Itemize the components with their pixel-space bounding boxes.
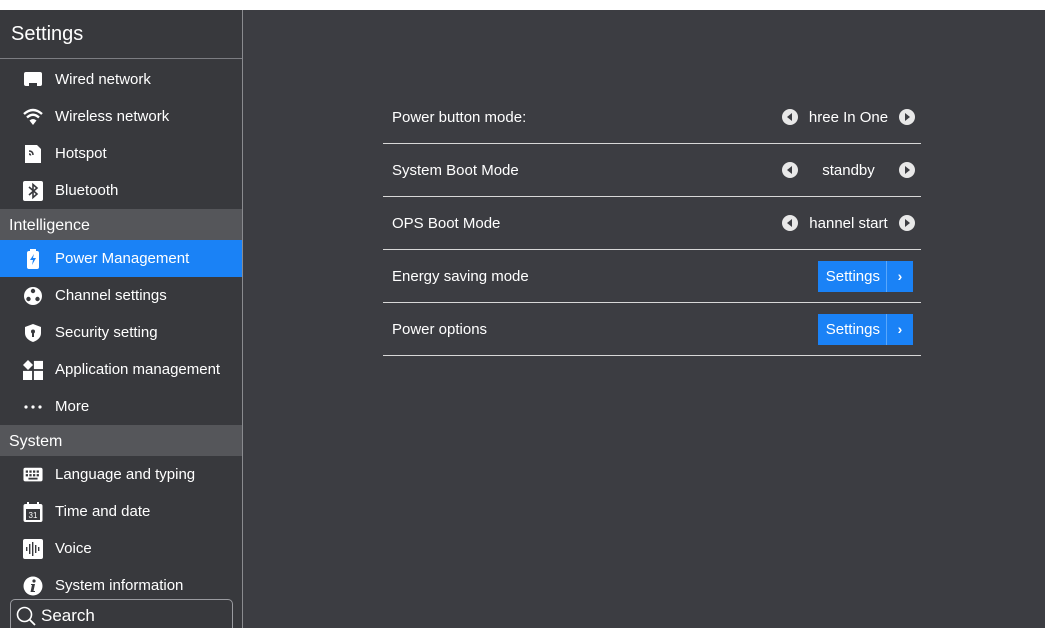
sidebar-item-application-management[interactable]: Application management — [0, 351, 242, 388]
sidebar: Settings Wired network Wireless network … — [0, 10, 243, 628]
row-label: Power button mode: — [392, 108, 527, 126]
arrow-left-icon[interactable] — [782, 162, 798, 178]
channel-icon — [23, 286, 43, 306]
monitor-icon — [23, 70, 43, 90]
row-power-options: Power options Settings › — [383, 303, 921, 356]
sidebar-item-more[interactable]: More — [0, 388, 242, 425]
system-boot-mode-selector: standby — [782, 162, 915, 179]
sidebar-item-bluetooth[interactable]: Bluetooth — [0, 172, 242, 209]
info-icon — [23, 576, 43, 596]
sidebar-item-label: More — [55, 398, 90, 415]
sidebar-item-wired-network[interactable]: Wired network — [0, 61, 242, 98]
sidebar-item-label: Wireless network — [55, 108, 170, 125]
row-power-button-mode: Power button mode: hree In One — [383, 91, 921, 144]
row-system-boot-mode: System Boot Mode standby — [383, 144, 921, 197]
arrow-right-icon[interactable] — [899, 215, 915, 231]
sidebar-item-label: Wired network — [55, 71, 151, 88]
settings-button-label: Settings — [818, 260, 887, 292]
sidebar-item-wireless-network[interactable]: Wireless network — [0, 98, 242, 135]
more-icon — [23, 397, 43, 417]
sidebar-item-language-and-typing[interactable]: Language and typing — [0, 456, 242, 493]
keyboard-icon — [23, 465, 43, 485]
wifi-icon — [23, 107, 43, 127]
battery-icon — [23, 248, 43, 269]
sidebar-item-label: Channel settings — [55, 287, 167, 304]
shield-icon — [23, 323, 43, 343]
row-label: Power options — [392, 320, 488, 338]
row-label: OPS Boot Mode — [392, 214, 501, 232]
row-label: Energy saving mode — [392, 267, 529, 285]
sidebar-item-label: Time and date — [55, 503, 151, 520]
search-icon — [15, 605, 37, 627]
power-management-panel: Power button mode: hree In One System Bo… — [244, 10, 1045, 628]
arrow-left-icon[interactable] — [782, 109, 798, 125]
sidebar-item-power-management[interactable]: Power Management — [0, 240, 242, 277]
voice-icon — [23, 538, 43, 559]
energy-saving-settings-button[interactable]: Settings › — [817, 260, 913, 292]
arrow-right-icon[interactable] — [899, 109, 915, 125]
sidebar-item-label: System information — [55, 577, 184, 594]
arrow-right-icon[interactable] — [899, 162, 915, 178]
arrow-left-icon[interactable] — [782, 215, 798, 231]
sidebar-item-time-and-date[interactable]: 31 Time and date — [0, 493, 242, 530]
calendar-icon: 31 — [23, 501, 43, 522]
settings-button-label: Settings — [818, 313, 887, 345]
chevron-right-icon: › — [897, 321, 903, 337]
settings-window: Settings Wired network Wireless network … — [0, 10, 1045, 628]
ops-boot-mode-value: hannel start — [809, 214, 888, 232]
system-boot-mode-value: standby — [822, 161, 875, 179]
row-label: System Boot Mode — [392, 161, 519, 179]
hotspot-icon — [23, 144, 43, 164]
sidebar-item-label: Voice — [55, 540, 92, 557]
power-button-mode-value: hree In One — [808, 108, 889, 126]
section-header-intelligence: Intelligence — [0, 209, 242, 240]
sidebar-item-label: Application management — [55, 361, 221, 378]
chevron-right-icon: › — [897, 268, 903, 284]
search-box[interactable]: Search — [10, 599, 233, 628]
sidebar-item-label: Power Management — [55, 250, 190, 267]
sidebar-title: Settings — [0, 10, 242, 59]
search-label: Search — [41, 606, 95, 625]
sidebar-item-channel-settings[interactable]: Channel settings — [0, 277, 242, 314]
ops-boot-mode-selector: hannel start — [782, 215, 915, 232]
sidebar-item-label: Language and typing — [55, 466, 196, 483]
sidebar-item-voice[interactable]: Voice — [0, 530, 242, 567]
row-energy-saving-mode: Energy saving mode Settings › — [383, 250, 921, 303]
sidebar-item-security-setting[interactable]: Security setting — [0, 314, 242, 351]
bluetooth-icon — [23, 180, 43, 201]
sidebar-item-label: Hotspot — [55, 145, 107, 162]
sidebar-item-hotspot[interactable]: Hotspot — [0, 135, 242, 172]
sidebar-item-label: Bluetooth — [55, 182, 119, 199]
power-options-settings-button[interactable]: Settings › — [817, 313, 913, 345]
row-ops-boot-mode: OPS Boot Mode hannel start — [383, 197, 921, 250]
section-header-system: System — [0, 425, 242, 456]
power-button-mode-selector: hree In One — [782, 109, 915, 126]
calendar-day: 31 — [28, 510, 38, 520]
apps-icon — [23, 359, 43, 380]
sidebar-item-label: Security setting — [55, 324, 158, 341]
